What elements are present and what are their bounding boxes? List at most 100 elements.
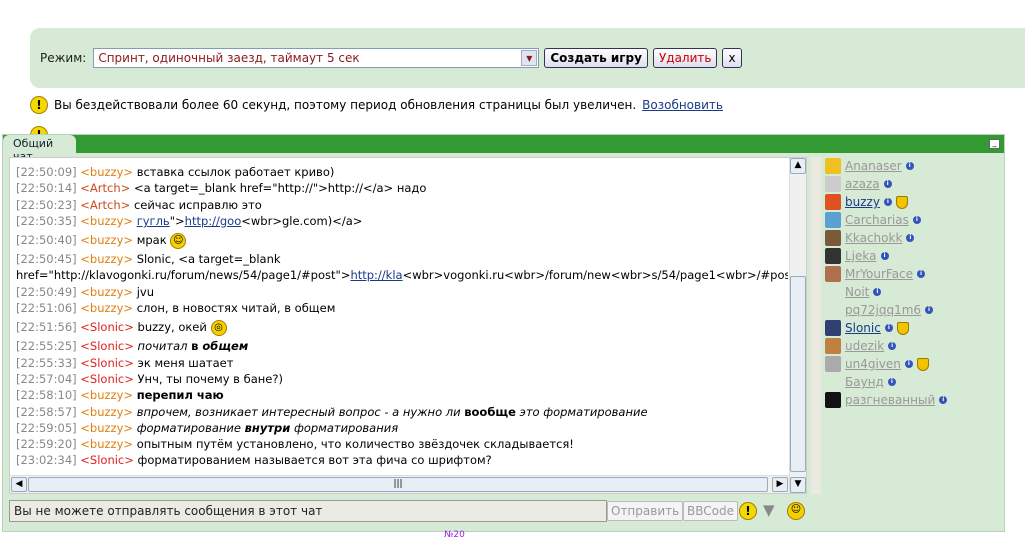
message-text: в bbox=[191, 339, 203, 354]
user-list-item[interactable]: Баунд i bbox=[825, 373, 947, 391]
chevron-down-icon[interactable]: ▼ bbox=[521, 50, 538, 66]
message-nick[interactable]: <Artch> bbox=[80, 181, 130, 195]
chat-message: [22:55:33] <Slonic> эк меня шатает bbox=[16, 355, 788, 371]
message-nick[interactable]: <buzzy> bbox=[80, 214, 133, 228]
info-icon[interactable]: i bbox=[883, 180, 892, 188]
info-icon[interactable]: i bbox=[904, 360, 913, 368]
scroll-down-icon[interactable]: ▼ bbox=[790, 477, 806, 493]
scroll-thumb-horizontal[interactable]: ||| bbox=[28, 477, 768, 492]
user-name-link[interactable]: Баунд bbox=[845, 373, 884, 391]
message-nick[interactable]: <buzzy> bbox=[80, 405, 133, 419]
message-nick[interactable]: <buzzy> bbox=[80, 285, 133, 299]
user-list-item[interactable]: azaza i bbox=[825, 175, 947, 193]
user-name-link[interactable]: MrYourFace bbox=[845, 265, 913, 283]
message-text: почитал bbox=[137, 339, 192, 354]
scroll-left-icon[interactable]: ◀ bbox=[11, 477, 27, 492]
message-nick[interactable]: <buzzy> bbox=[80, 233, 133, 247]
avatar bbox=[825, 176, 841, 192]
warning-icon[interactable]: ! bbox=[739, 502, 757, 520]
user-name-link[interactable]: Slonic bbox=[845, 319, 881, 337]
message-nick[interactable]: <buzzy> bbox=[80, 421, 133, 435]
user-list-item[interactable]: un4given i bbox=[825, 355, 947, 373]
chat-message: [23:02:34] <Slonic> форматированием назы… bbox=[16, 452, 788, 468]
smiley-icon[interactable]: ☺ bbox=[787, 502, 805, 520]
user-list-item[interactable]: pq72jqq1m6 i bbox=[825, 301, 947, 319]
user-name-link[interactable]: Kkachokk bbox=[845, 229, 902, 247]
vertical-scrollbar[interactable]: ▲ ▼ bbox=[789, 158, 806, 493]
info-icon[interactable]: i bbox=[888, 342, 897, 350]
user-list-item[interactable]: разгневанный i bbox=[825, 391, 948, 409]
horizontal-scrollbar[interactable]: ◀ ||| ▶ bbox=[10, 475, 789, 493]
user-list-item[interactable]: Ananaser i bbox=[825, 157, 947, 175]
chat-message: [22:59:20] <buzzy> опытным путём установ… bbox=[16, 436, 788, 452]
message-nick[interactable]: <buzzy> bbox=[80, 301, 133, 315]
info-icon[interactable]: i bbox=[887, 378, 896, 386]
delete-button[interactable]: Удалить bbox=[652, 48, 718, 68]
user-name-link[interactable]: разгневанный bbox=[845, 391, 935, 409]
info-icon[interactable]: i bbox=[873, 288, 882, 296]
create-game-button[interactable]: Создать игру bbox=[544, 48, 648, 68]
scroll-thumb[interactable] bbox=[790, 276, 806, 472]
info-icon[interactable]: i bbox=[906, 234, 915, 242]
message-nick[interactable]: <buzzy> bbox=[80, 388, 133, 402]
avatar bbox=[825, 374, 841, 390]
message-nick[interactable]: <Slonic> bbox=[80, 320, 134, 334]
user-list-item[interactable]: MrYourFace i bbox=[825, 265, 947, 283]
message-nick[interactable]: <buzzy> bbox=[80, 165, 133, 179]
message-nick[interactable]: <Slonic> bbox=[80, 339, 134, 353]
user-name-link[interactable]: un4given bbox=[845, 355, 901, 373]
tab-general-chat[interactable]: Общий чат bbox=[3, 135, 76, 163]
close-button[interactable]: x bbox=[722, 48, 742, 68]
user-name-link[interactable]: udezik bbox=[845, 337, 884, 355]
user-list-item[interactable]: buzzy i bbox=[825, 193, 947, 211]
info-icon[interactable]: i bbox=[880, 252, 889, 260]
mode-select[interactable]: Спринт, одиночный заезд, таймаут 5 сек ▼ bbox=[93, 48, 540, 68]
resume-link[interactable]: Возобновить bbox=[642, 98, 723, 112]
user-name-link[interactable]: Ananaser bbox=[845, 157, 902, 175]
user-name-link[interactable]: azaza bbox=[845, 175, 880, 193]
user-list-item[interactable]: Slonic i bbox=[825, 319, 947, 337]
info-icon[interactable]: i bbox=[884, 324, 893, 332]
user-name-link[interactable]: buzzy bbox=[845, 193, 880, 211]
filter-icon[interactable]: ▼ bbox=[763, 501, 775, 519]
message-nick[interactable]: <Slonic> bbox=[80, 453, 134, 467]
info-icon[interactable]: i bbox=[925, 306, 934, 314]
minimize-icon[interactable]: _ bbox=[989, 139, 1000, 149]
info-icon[interactable]: i bbox=[917, 270, 926, 278]
user-name-link[interactable]: Ljeka bbox=[845, 247, 877, 265]
message-link[interactable]: http://kla bbox=[350, 268, 402, 282]
user-name-link[interactable]: Carcharias bbox=[845, 211, 909, 229]
message-text: форматированием называется вот эта фича … bbox=[137, 453, 492, 468]
user-name-link[interactable]: Noit bbox=[845, 283, 869, 301]
message-nick[interactable]: <buzzy> bbox=[80, 437, 133, 451]
message-text: перепил чаю bbox=[136, 388, 224, 403]
message-nick[interactable]: <Slonic> bbox=[80, 356, 134, 370]
splitter-handle[interactable] bbox=[811, 157, 821, 494]
bbcode-button[interactable]: BBCode bbox=[683, 501, 738, 521]
user-list-item[interactable]: udezik i bbox=[825, 337, 947, 355]
message-link[interactable]: http://goo bbox=[185, 214, 242, 228]
user-name-link[interactable]: pq72jqq1m6 bbox=[845, 301, 921, 319]
user-list-item[interactable]: Ljeka i bbox=[825, 247, 947, 265]
message-link[interactable]: гугль bbox=[137, 214, 170, 228]
info-icon[interactable]: i bbox=[883, 198, 892, 206]
moderator-shield-icon bbox=[916, 357, 929, 371]
message-text: форматирование bbox=[136, 420, 245, 435]
message-time: [23:02:34] bbox=[16, 453, 77, 468]
avatar bbox=[825, 194, 841, 210]
scroll-right-icon[interactable]: ▶ bbox=[772, 477, 788, 492]
user-list-item[interactable]: Carcharias i bbox=[825, 211, 947, 229]
message-input[interactable]: Вы не можете отправлять сообщения в этот… bbox=[9, 500, 607, 522]
info-icon[interactable]: i bbox=[912, 216, 921, 224]
scroll-up-icon[interactable]: ▲ bbox=[790, 158, 806, 174]
moderator-shield-icon bbox=[896, 321, 909, 335]
message-nick[interactable]: <Artch> bbox=[80, 198, 130, 212]
user-list-item[interactable]: Kkachokk i bbox=[825, 229, 947, 247]
message-nick[interactable]: <Slonic> bbox=[80, 372, 134, 386]
info-icon[interactable]: i bbox=[905, 162, 914, 170]
message-nick[interactable]: <buzzy> bbox=[80, 252, 133, 266]
send-button[interactable]: Отправить bbox=[607, 501, 684, 521]
user-list-item[interactable]: Noit i bbox=[825, 283, 947, 301]
message-text: вообще bbox=[464, 404, 516, 419]
info-icon[interactable]: i bbox=[939, 396, 948, 404]
